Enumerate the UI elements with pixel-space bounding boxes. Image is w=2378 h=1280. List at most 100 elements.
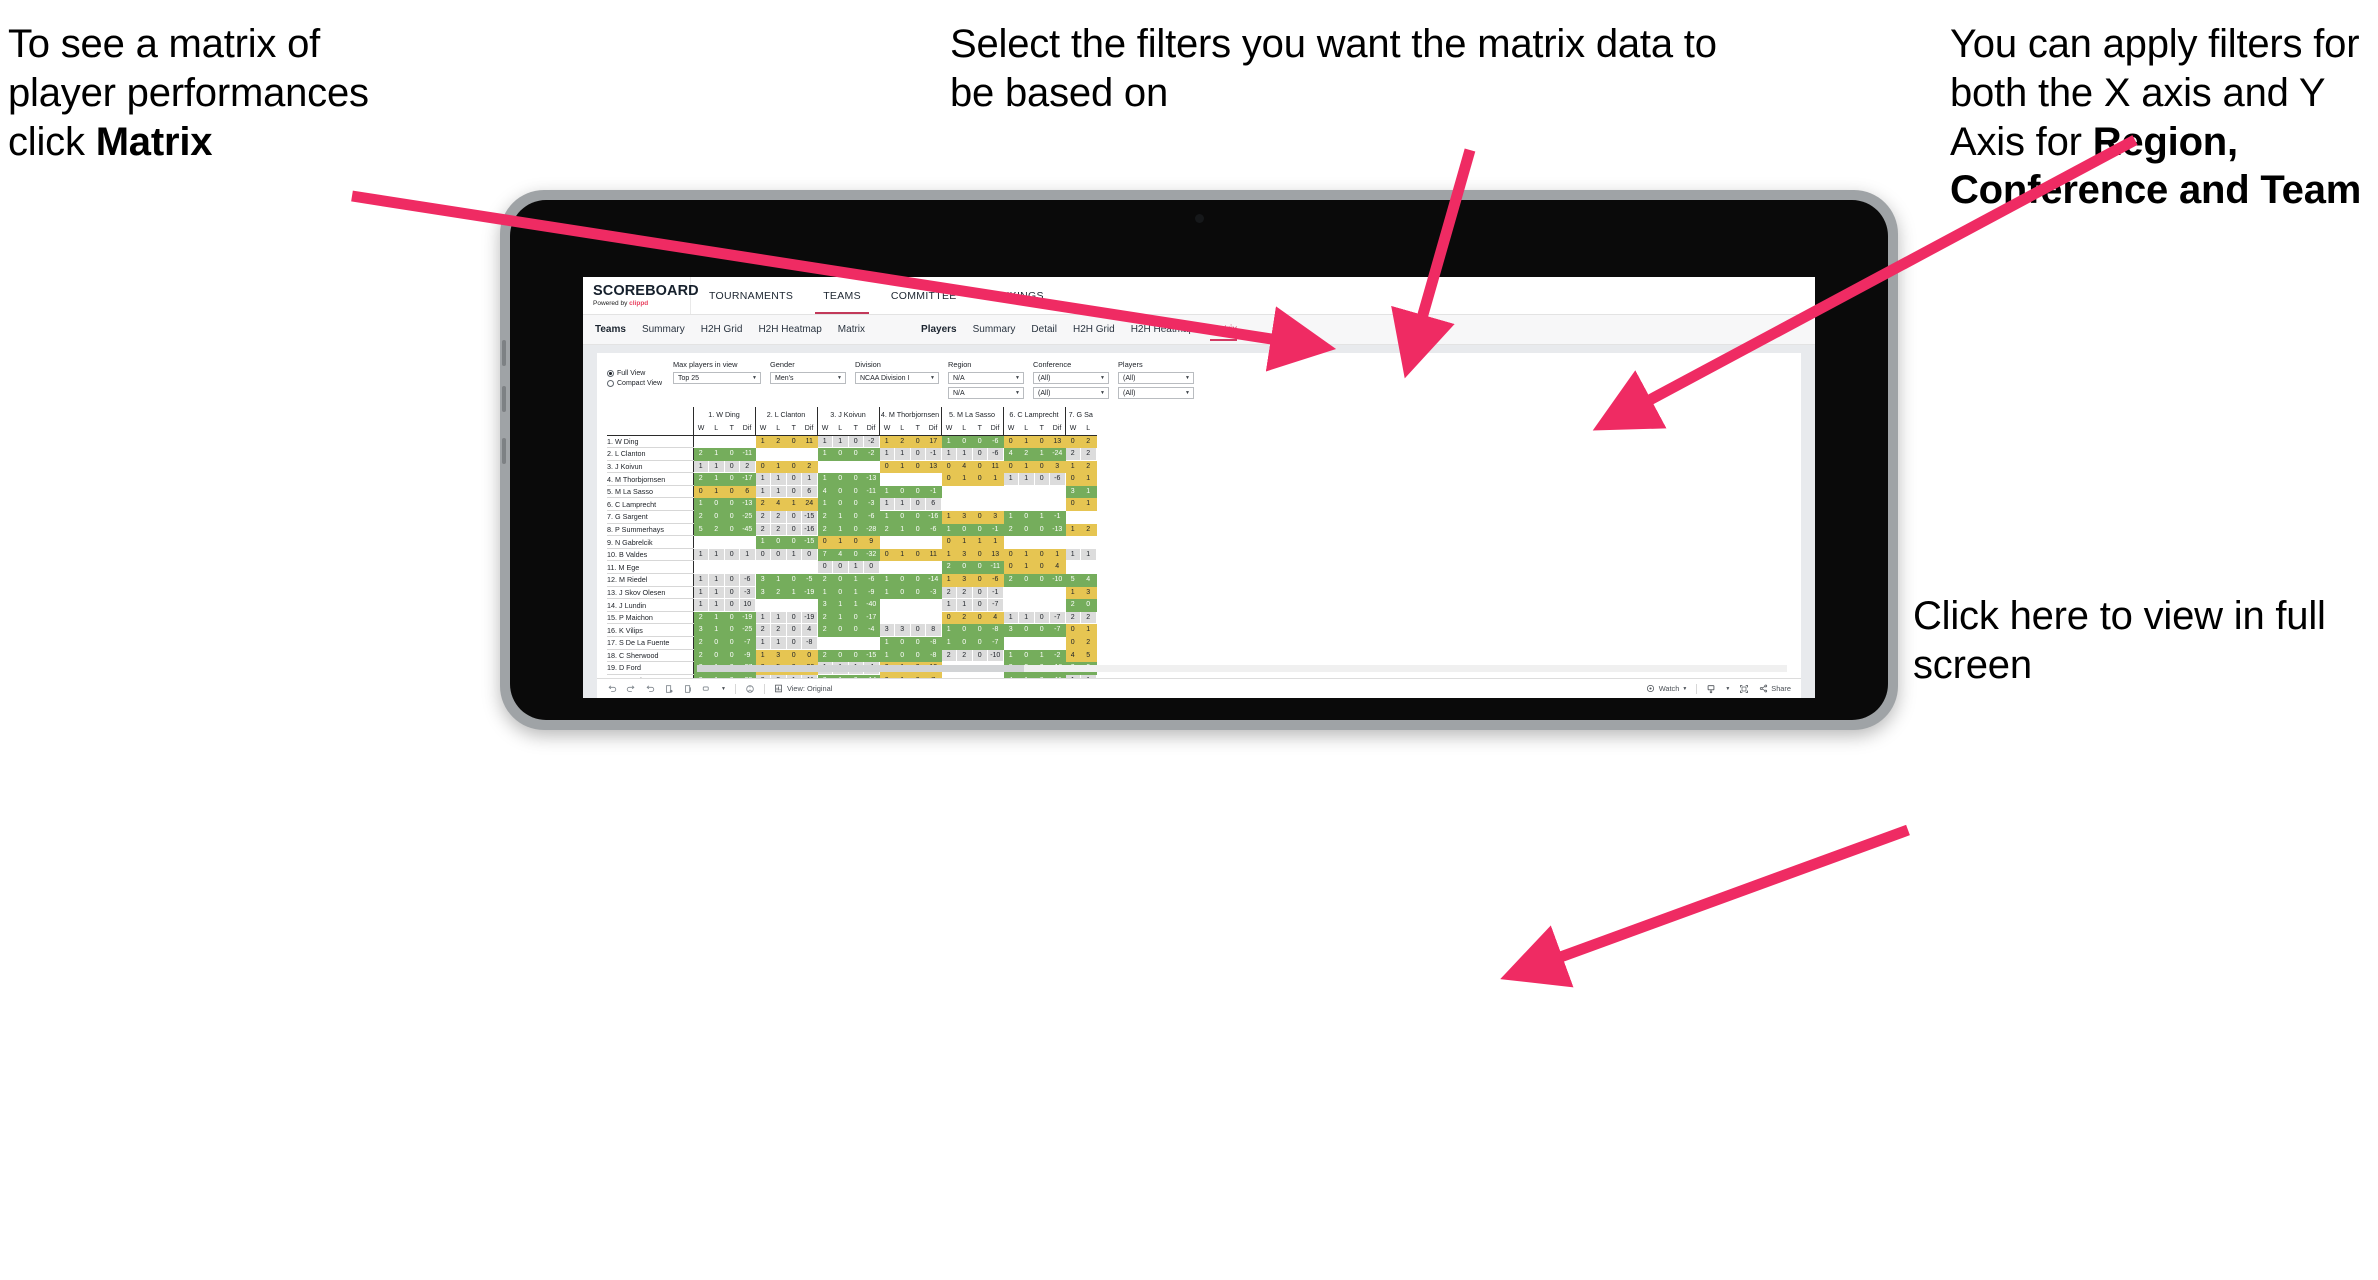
filter-max-players-select[interactable]: Top 25 ▼ [673, 372, 761, 384]
matrix-cell[interactable]: 2 [708, 522, 725, 537]
matrix-cell[interactable]: -8 [925, 636, 942, 650]
matrix-cell[interactable]: 0 [1033, 573, 1050, 587]
matrix-cell[interactable] [1049, 636, 1066, 650]
matrix-cell[interactable]: -14 [925, 573, 942, 587]
matrix-cell[interactable]: 2 [770, 623, 787, 637]
matrix-cell[interactable]: 0 [863, 560, 880, 575]
matrix-cell[interactable]: 0 [909, 522, 926, 537]
matrix-cell[interactable]: 2 [1064, 610, 1081, 625]
matrix-cell[interactable]: 2 [878, 522, 895, 537]
matrix-cell[interactable]: -7 [739, 636, 756, 650]
matrix-cell[interactable] [925, 560, 942, 575]
matrix-cell[interactable]: 3 [894, 623, 911, 637]
matrix-cell[interactable]: -6 [987, 573, 1004, 587]
matrix-cell[interactable] [1033, 535, 1050, 549]
matrix-cell[interactable]: -13 [1049, 522, 1066, 537]
matrix-cell[interactable]: 1 [708, 598, 725, 612]
matrix-cell[interactable] [692, 560, 709, 575]
matrix-cell[interactable]: -8 [801, 636, 818, 650]
tab-teams-summary[interactable]: Summary [642, 315, 685, 344]
matrix-cell[interactable]: -3 [863, 497, 880, 512]
matrix-cell[interactable]: 1 [1018, 560, 1035, 575]
matrix-cell[interactable]: 2 [770, 585, 787, 600]
matrix-cell[interactable]: 0 [1002, 434, 1019, 449]
matrix-cell[interactable]: 1 [1033, 648, 1050, 663]
matrix-cell[interactable]: 1 [832, 510, 849, 524]
matrix-cell[interactable]: 1 [1080, 623, 1097, 637]
matrix-cell[interactable]: 0 [971, 510, 988, 524]
matrix-cell[interactable]: 1 [878, 484, 895, 499]
matrix-cell[interactable]: 1 [878, 497, 895, 512]
matrix-cell[interactable]: 1 [940, 636, 957, 650]
matrix-table-container[interactable]: 1. W Ding 2. L Clanton 3. J Koivun 4. M Tho… [607, 407, 1801, 698]
matrix-cell[interactable]: 0 [894, 484, 911, 499]
matrix-cell[interactable]: 1 [754, 648, 771, 663]
matrix-cell[interactable]: 0 [1033, 522, 1050, 537]
matrix-cell[interactable]: -10 [987, 648, 1004, 663]
matrix-cell[interactable]: 2 [940, 585, 957, 600]
matrix-cell[interactable]: -17 [863, 610, 880, 625]
matrix-cell[interactable]: 2 [754, 497, 771, 512]
matrix-cell[interactable]: -15 [801, 535, 818, 549]
matrix-cell[interactable]: 0 [1033, 623, 1050, 637]
matrix-cell[interactable]: 1 [894, 459, 911, 474]
matrix-cell[interactable]: 1 [878, 648, 895, 663]
matrix-cell[interactable]: 0 [971, 636, 988, 650]
matrix-cell[interactable]: 0 [1002, 547, 1019, 562]
matrix-cell[interactable]: 1 [940, 598, 957, 612]
matrix-cell[interactable]: 0 [785, 484, 802, 499]
matrix-cell[interactable]: 0 [847, 484, 864, 499]
matrix-cell[interactable] [971, 497, 988, 512]
matrix-cell[interactable]: 0 [723, 510, 740, 524]
matrix-cell[interactable]: 0 [971, 648, 988, 663]
matrix-cell[interactable]: 3 [754, 573, 771, 587]
matrix-cell[interactable]: 0 [801, 648, 818, 663]
matrix-cell[interactable]: 1 [971, 535, 988, 549]
matrix-cell[interactable]: 0 [1002, 560, 1019, 575]
matrix-cell[interactable]: 1 [754, 472, 771, 486]
zoom-pan-icon[interactable] [702, 684, 712, 694]
matrix-cell[interactable]: -9 [739, 648, 756, 663]
matrix-cell[interactable]: 2 [1064, 598, 1081, 612]
matrix-cell[interactable] [847, 636, 864, 650]
matrix-cell[interactable]: 0 [723, 648, 740, 663]
matrix-cell[interactable]: 0 [909, 497, 926, 512]
matrix-cell[interactable]: -7 [987, 636, 1004, 650]
revert-icon[interactable] [645, 684, 655, 694]
matrix-cell[interactable]: 0 [723, 585, 740, 600]
matrix-cell[interactable]: 0 [832, 585, 849, 600]
matrix-cell[interactable]: 0 [708, 636, 725, 650]
matrix-cell[interactable]: 1 [816, 447, 833, 461]
matrix-cell[interactable]: 0 [832, 497, 849, 512]
matrix-cell[interactable] [940, 484, 957, 499]
matrix-cell[interactable] [739, 434, 756, 449]
matrix-cell[interactable]: 0 [1018, 623, 1035, 637]
matrix-cell[interactable]: 0 [754, 547, 771, 562]
matrix-cell[interactable]: 2 [754, 623, 771, 637]
matrix-cell[interactable]: -25 [739, 510, 756, 524]
matrix-cell[interactable]: 0 [909, 484, 926, 499]
matrix-cell[interactable]: 3 [987, 510, 1004, 524]
matrix-cell[interactable] [925, 472, 942, 486]
matrix-cell[interactable]: 13 [925, 459, 942, 474]
matrix-cell[interactable]: -3 [925, 585, 942, 600]
matrix-cell[interactable]: 1 [1018, 459, 1035, 474]
matrix-cell[interactable]: 0 [894, 573, 911, 587]
filter-division-select[interactable]: NCAA Division I ▼ [855, 372, 939, 384]
matrix-cell[interactable]: 2 [816, 610, 833, 625]
matrix-cell[interactable] [1064, 560, 1081, 575]
matrix-cell[interactable]: 0 [1033, 434, 1050, 449]
tab-players-detail[interactable]: Detail [1031, 315, 1057, 344]
matrix-cell[interactable]: 0 [909, 434, 926, 449]
matrix-cell[interactable]: 1 [894, 522, 911, 537]
matrix-cell[interactable] [1080, 535, 1097, 549]
matrix-cell[interactable]: 2 [940, 648, 957, 663]
matrix-cell[interactable]: 24 [801, 497, 818, 512]
matrix-cell[interactable]: 4 [1080, 573, 1097, 587]
matrix-cell[interactable]: 7 [816, 547, 833, 562]
matrix-cell[interactable]: 0 [785, 610, 802, 625]
matrix-cell[interactable]: 2 [956, 648, 973, 663]
matrix-cell[interactable]: -40 [863, 598, 880, 612]
matrix-cell[interactable] [785, 598, 802, 612]
matrix-cell[interactable]: 3 [816, 598, 833, 612]
